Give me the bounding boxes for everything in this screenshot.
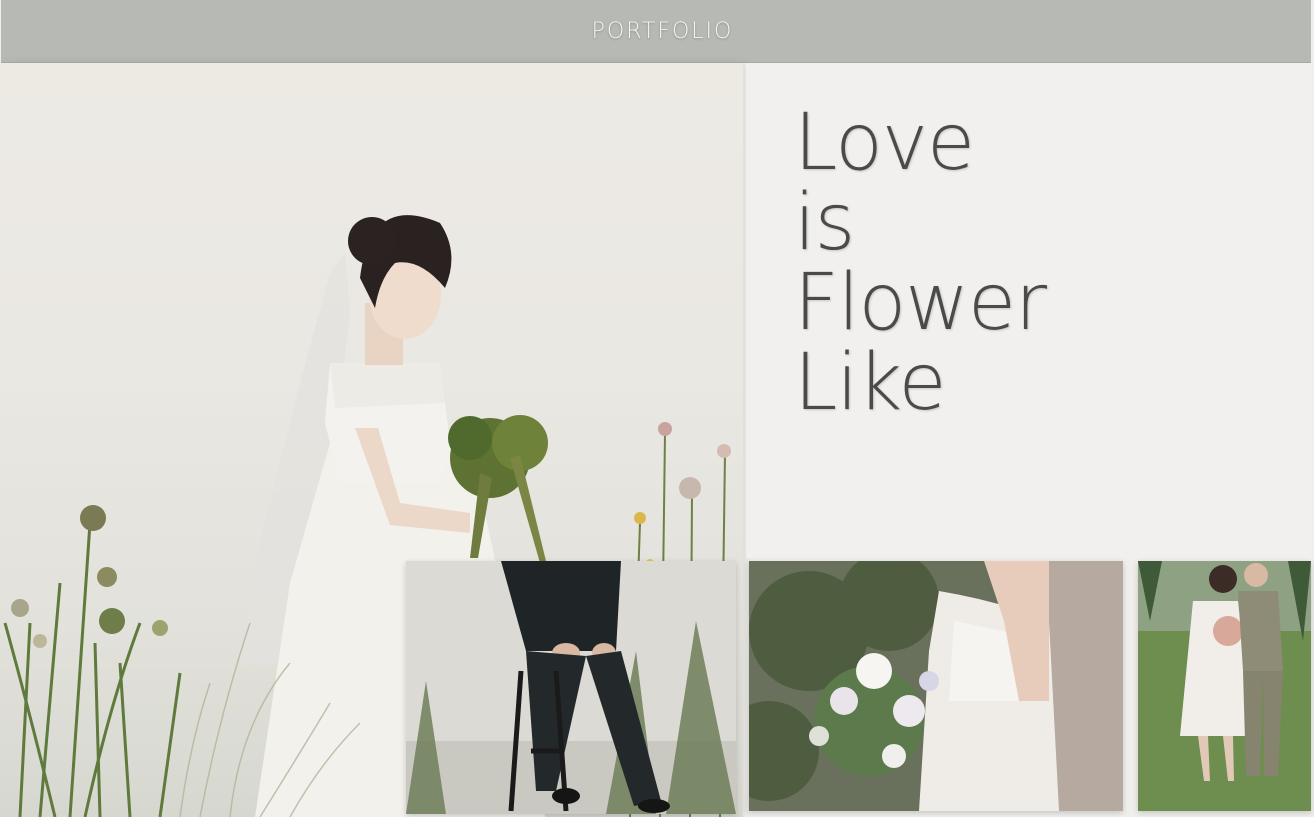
groom-seated-photo[interactable] xyxy=(406,561,736,814)
couple-in-field-photo[interactable] xyxy=(1138,561,1311,811)
bride-bouquet-closeup-photo[interactable] xyxy=(749,561,1123,811)
headline-word-flower: Flower xyxy=(794,258,1047,348)
groom-illustration xyxy=(406,561,736,814)
bouquet-illustration xyxy=(749,561,1123,811)
site-title[interactable]: PORTFOLIO xyxy=(592,19,734,44)
headline-word-is: is xyxy=(794,178,855,268)
headline-word-love: Love xyxy=(794,98,975,188)
site-header: PORTFOLIO xyxy=(1,0,1311,63)
couple-illustration xyxy=(1138,561,1311,811)
headline-word-like: Like xyxy=(794,338,947,428)
headline: Love is Flower Like xyxy=(794,98,1047,428)
headline-panel: Love is Flower Like xyxy=(746,63,1311,558)
